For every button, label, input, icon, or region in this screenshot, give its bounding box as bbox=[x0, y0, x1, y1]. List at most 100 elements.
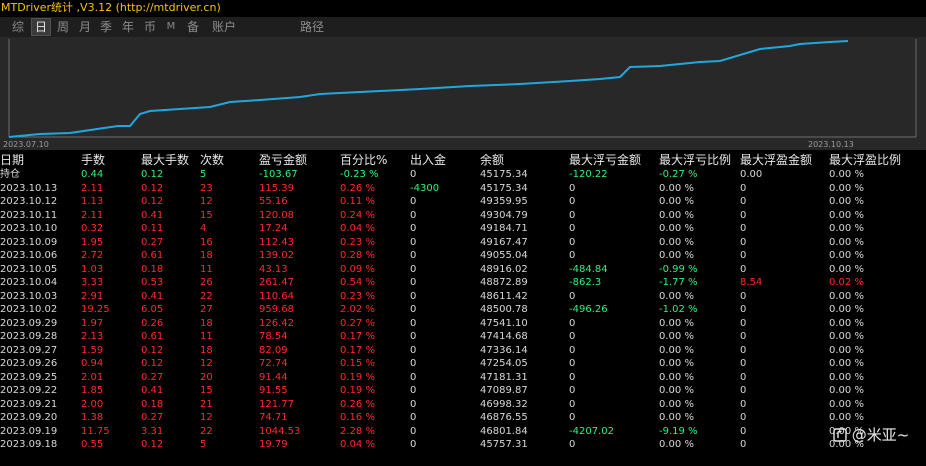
cell-max-float-profit: 0 bbox=[740, 358, 747, 369]
cell-date: 2023.09.25 bbox=[0, 371, 58, 383]
cell-pnl: 55.16 bbox=[259, 196, 288, 207]
tab-path[interactable]: 路径 bbox=[297, 19, 327, 35]
cell-max-float-loss-pct: -1.02 % bbox=[659, 304, 698, 315]
cell-pnl: 139.02 bbox=[259, 250, 294, 261]
cell-pnl: 82.09 bbox=[259, 344, 288, 356]
table-row[interactable]: 2023.10.09 1.95 0.27 16 112.43 0.23 % 0 49167.4… bbox=[0, 236, 906, 250]
holding-pnl: -103.67 bbox=[259, 169, 298, 180]
cell-max-float-loss-pct: 0.00 % bbox=[659, 344, 694, 356]
cell-max-float-loss: -4207.02 bbox=[569, 425, 614, 437]
cell-max-float-profit: 0 bbox=[740, 331, 747, 342]
cell-pnl: 91.44 bbox=[259, 371, 288, 383]
table-row[interactable]: 2023.09.18 0.55 0.12 5 19.79 0.04 % 0 45757.31 0… bbox=[0, 438, 906, 452]
cell-deposit: 0 bbox=[410, 398, 417, 410]
tab-month[interactable]: 月 bbox=[76, 19, 94, 35]
cell-max-float-profit: 8.54 bbox=[740, 277, 763, 288]
table-row[interactable]: 2023.10.02 19.25 6.05 27 959.68 2.02 % 0 48500.… bbox=[0, 303, 906, 317]
col-balance: 余额 bbox=[480, 153, 505, 167]
table-row[interactable]: 2023.10.12 1.13 0.12 12 55.16 0.11 % 0 49359.95… bbox=[0, 195, 906, 209]
watermark: @米亚~ bbox=[833, 424, 909, 445]
cell-trades: 21 bbox=[200, 398, 213, 410]
cell-pnl: 91.55 bbox=[259, 385, 288, 396]
cell-max-float-profit: 0 bbox=[740, 385, 747, 396]
tab-currency[interactable]: 币 bbox=[141, 19, 159, 35]
col-trades: 次数 bbox=[200, 153, 225, 167]
cell-max-float-loss-pct: 0.00 % bbox=[659, 223, 694, 234]
cell-max-float-profit: 0 bbox=[740, 250, 747, 261]
weibo-icon bbox=[833, 428, 847, 442]
cell-lots: 0.94 bbox=[81, 358, 104, 369]
table-row[interactable]: 2023.09.26 0.94 0.12 12 72.74 0.15 % 0 47254.05… bbox=[0, 357, 906, 371]
cell-date: 2023.10.04 bbox=[0, 277, 58, 288]
cell-deposit: 0 bbox=[410, 196, 417, 207]
cell-balance: 46801.84 bbox=[480, 425, 528, 437]
cell-max-float-profit-pct: 0.00 % bbox=[829, 209, 864, 221]
cell-trades: 12 bbox=[200, 196, 213, 207]
cell-trades: 11 bbox=[200, 263, 213, 275]
table-row[interactable]: 2023.10.06 2.72 0.61 18 139.02 0.28 % 0 49055.0… bbox=[0, 249, 906, 263]
equity-chart: 2023.07.10 2023.10.13 bbox=[0, 37, 926, 150]
table-row[interactable]: 2023.10.04 3.33 0.53 26 261.47 0.54 % 0 48872.8… bbox=[0, 276, 906, 290]
cell-trades: 20 bbox=[200, 371, 213, 383]
tab-week[interactable]: 周 bbox=[54, 19, 72, 35]
tab-magic[interactable]: M bbox=[163, 19, 179, 35]
tab-year[interactable]: 年 bbox=[119, 19, 137, 35]
cell-balance: 46998.32 bbox=[480, 398, 528, 410]
cell-balance: 49167.47 bbox=[480, 236, 528, 248]
cell-max-float-loss-pct: 0.00 % bbox=[659, 412, 694, 423]
tab-quarter[interactable]: 季 bbox=[97, 19, 115, 35]
cell-deposit: 0 bbox=[410, 371, 417, 383]
cell-pnl: 17.24 bbox=[259, 223, 288, 234]
table-row[interactable]: 2023.10.13 2.11 0.12 23 115.39 0.26 % -4300 451… bbox=[0, 182, 906, 196]
cell-max-float-profit-pct: 0.00 % bbox=[829, 358, 864, 369]
cell-max-float-loss-pct: 0.00 % bbox=[659, 236, 694, 248]
cell-max-float-profit: 0 bbox=[740, 317, 747, 329]
table-row[interactable]: 2023.09.22 1.85 0.41 15 91.55 0.19 % 0 47089.87… bbox=[0, 384, 906, 398]
tab-summary[interactable]: 综 bbox=[9, 19, 27, 35]
table-row[interactable]: 2023.09.25 2.01 0.27 20 91.44 0.19 % 0 47181.31… bbox=[0, 371, 906, 385]
cell-balance: 48500.78 bbox=[480, 304, 528, 315]
cell-deposit: 0 bbox=[410, 223, 417, 234]
tab-day[interactable]: 日 bbox=[31, 18, 51, 36]
cell-trades: 11 bbox=[200, 331, 213, 342]
table-row[interactable]: 2023.10.03 2.91 0.41 22 110.64 0.23 % 0 48611.4… bbox=[0, 290, 906, 304]
cell-max-float-loss: -862.3 bbox=[569, 277, 602, 288]
cell-max-float-profit-pct: 0.00 % bbox=[829, 385, 864, 396]
table-row[interactable]: 2023.09.29 1.97 0.26 18 126.42 0.27 % 0 47541.1… bbox=[0, 317, 906, 331]
cell-max-float-loss-pct: 0.00 % bbox=[659, 385, 694, 396]
table-row[interactable]: 2023.09.27 1.59 0.12 18 82.09 0.17 % 0 47336.14… bbox=[0, 344, 906, 358]
cell-trades: 26 bbox=[200, 277, 213, 288]
table-row[interactable]: 2023.09.20 1.38 0.27 12 74.71 0.16 % 0 46876.55… bbox=[0, 411, 906, 425]
cell-percent: 0.17 % bbox=[340, 344, 375, 356]
cell-lots: 1.38 bbox=[81, 412, 104, 423]
table-row[interactable]: 2023.10.11 2.11 0.41 15 120.08 0.24 % 0 49304.7… bbox=[0, 209, 906, 223]
cell-deposit: 0 bbox=[410, 290, 417, 302]
col-date: 日期 bbox=[0, 153, 25, 167]
col-deposit: 出入金 bbox=[410, 153, 447, 167]
cell-pnl: 115.39 bbox=[259, 182, 294, 194]
table-row[interactable]: 2023.10.05 1.03 0.18 11 43.13 0.09 % 0 48916.02… bbox=[0, 263, 906, 277]
cell-max-float-loss: 0 bbox=[569, 182, 576, 194]
cell-date: 2023.09.26 bbox=[0, 358, 58, 369]
cell-trades: 12 bbox=[200, 412, 213, 423]
table-row[interactable]: 2023.09.21 2.00 0.18 21 121.77 0.26 % 0 46998.3… bbox=[0, 398, 906, 412]
cell-max-float-loss-pct: 0.00 % bbox=[659, 358, 694, 369]
cell-date: 2023.10.13 bbox=[0, 182, 58, 194]
cell-max-float-profit: 0 bbox=[740, 344, 747, 356]
cell-max-float-profit: 0 bbox=[740, 439, 747, 450]
col-max-float-loss: 最大浮亏金额 bbox=[569, 153, 642, 167]
tab-account[interactable]: 账户 bbox=[209, 19, 239, 35]
table-row[interactable]: 2023.10.10 0.32 0.11 4 17.24 0.04 % 0 49184.71 0… bbox=[0, 222, 906, 236]
cell-max-float-profit-pct: 0.00 % bbox=[829, 412, 864, 423]
holding-deposit: 0 bbox=[410, 169, 417, 180]
tab-comment[interactable]: 备 bbox=[184, 19, 202, 35]
cell-pnl: 261.47 bbox=[259, 277, 294, 288]
table-row[interactable]: 2023.09.28 2.13 0.61 11 78.54 0.17 % 0 47414.68… bbox=[0, 330, 906, 344]
holding-percent: -0.23 % bbox=[340, 169, 379, 180]
cell-balance: 47089.87 bbox=[480, 385, 528, 396]
cell-percent: 2.28 % bbox=[340, 425, 375, 437]
table-row[interactable]: 2023.09.19 11.75 3.31 22 1044.53 2.28 % 0 46801… bbox=[0, 425, 906, 439]
col-max-float-loss-pct: 最大浮亏比例 bbox=[659, 153, 732, 167]
col-lots: 手数 bbox=[81, 153, 106, 167]
cell-balance: 49359.95 bbox=[480, 196, 528, 207]
